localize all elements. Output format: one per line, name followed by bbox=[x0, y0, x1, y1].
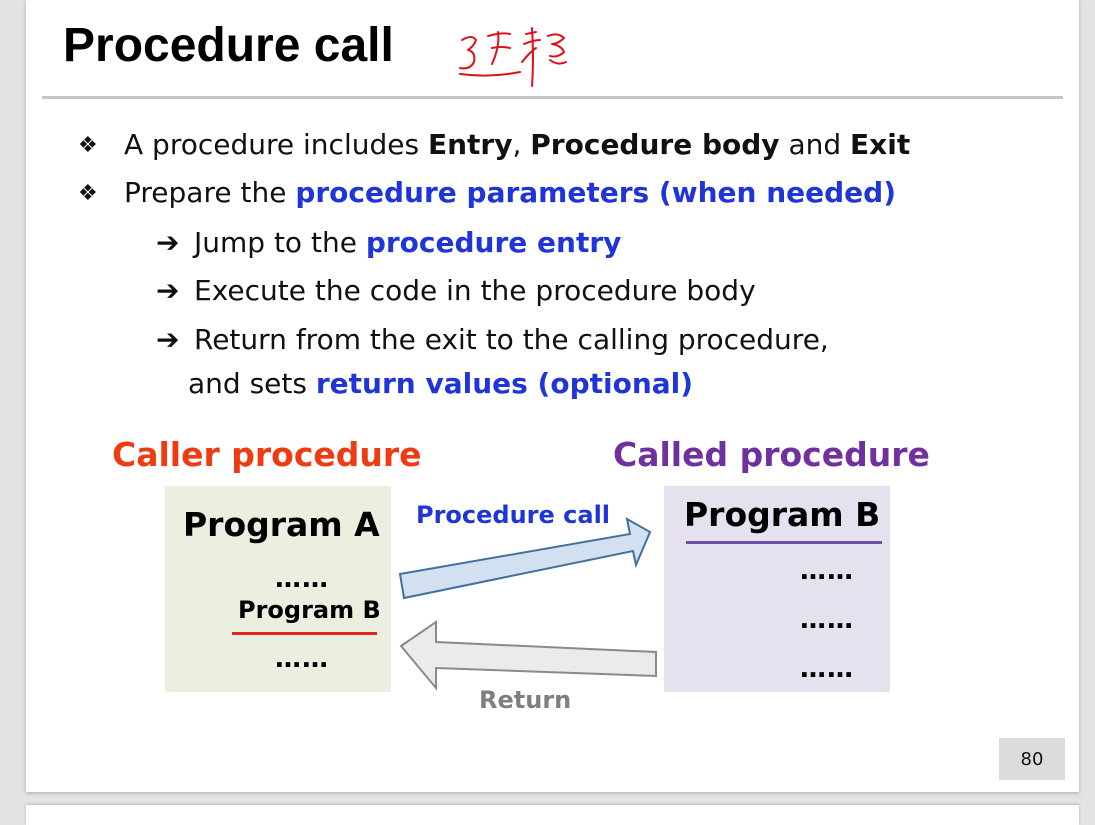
slide: Procedure call ❖ A procedure includes Ent… bbox=[26, 0, 1079, 792]
next-slide-edge bbox=[26, 805, 1079, 825]
page-number: 80 bbox=[999, 738, 1065, 780]
return-arrow bbox=[399, 620, 657, 691]
procedure-call-label: Procedure call bbox=[416, 501, 611, 529]
procedure-call-arrow bbox=[398, 517, 652, 600]
return-label: Return bbox=[479, 686, 572, 714]
flow-arrows bbox=[398, 517, 657, 691]
